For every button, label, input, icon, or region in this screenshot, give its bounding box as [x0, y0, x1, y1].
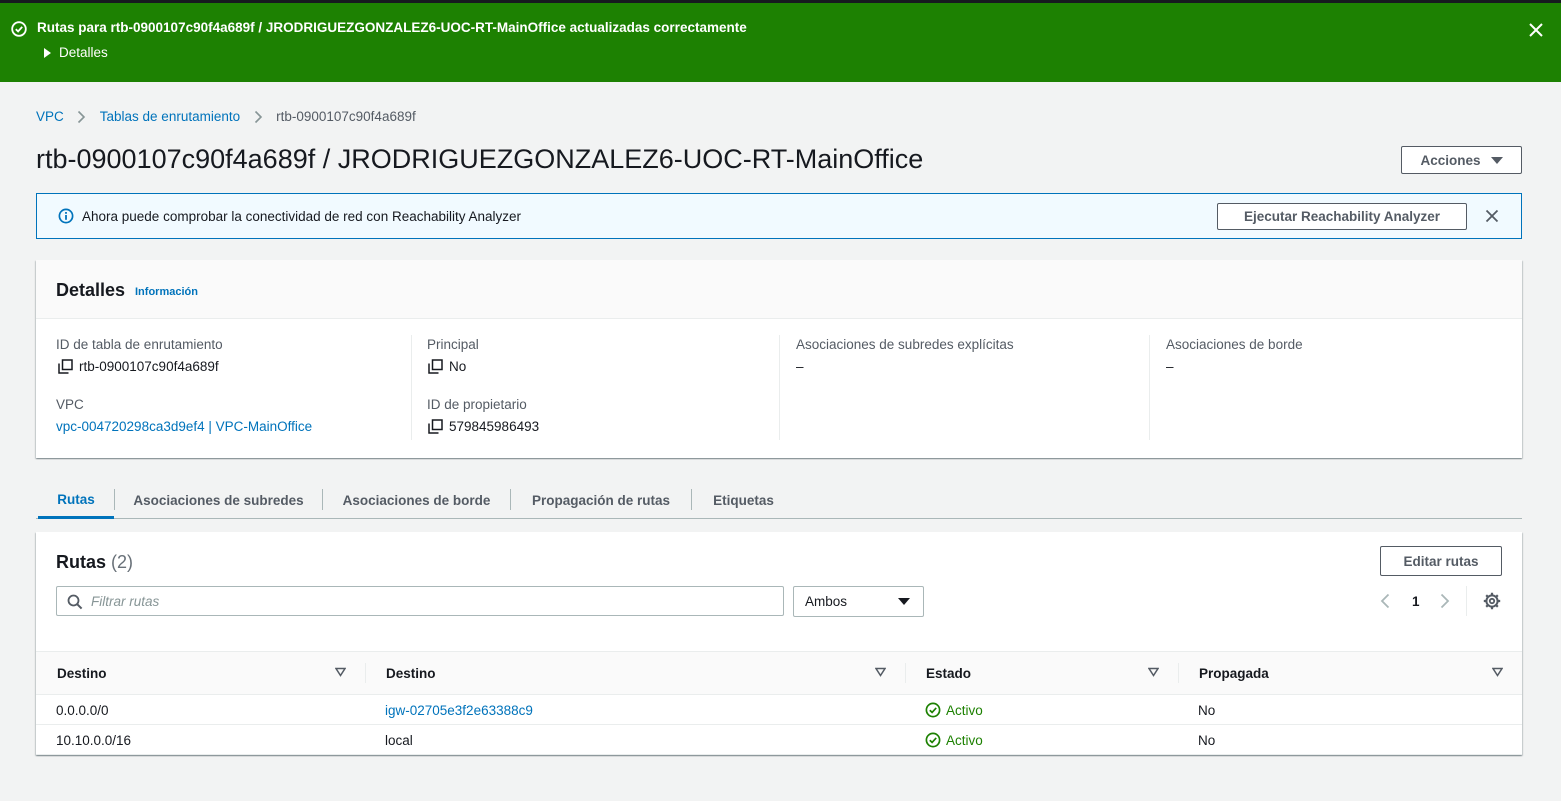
run-reachability-label: Ejecutar Reachability Analyzer: [1243, 209, 1441, 224]
sort-icon[interactable]: [335, 667, 346, 677]
breadcrumb-current: rtb-0900107c90f4a689f: [276, 109, 416, 124]
cell-status: Activo: [925, 695, 983, 725]
edge-assoc-label: Asociaciones de borde: [1166, 337, 1303, 352]
flash-details-label: Detalles: [59, 45, 108, 60]
tab-tags[interactable]: Etiquetas: [692, 482, 795, 518]
breadcrumb-link-route-tables[interactable]: Tablas de enrutamiento: [100, 109, 240, 124]
column-divider: [905, 663, 906, 683]
cell-destination: 0.0.0.0/0: [56, 702, 109, 718]
filter-selected-value: Ambos: [805, 594, 848, 609]
details-column-2: Principal No ID de propietario 579845986…: [411, 335, 780, 440]
routes-title: Rutas: [56, 552, 107, 572]
owner-id-text: 579845986493: [449, 419, 540, 434]
details-column-1: ID de tabla de enrutamiento rtb-0900107c…: [56, 335, 411, 440]
column-divider: [1178, 663, 1179, 683]
page-number[interactable]: 1: [1412, 594, 1420, 609]
cell-target-link[interactable]: igw-02705e3f2e63388c9: [385, 695, 533, 725]
cell-destination: 10.10.0.0/16: [56, 732, 132, 748]
routes-search: [56, 586, 784, 616]
close-icon[interactable]: [1528, 22, 1544, 38]
cell-status: Activo: [925, 725, 983, 755]
success-flashbar: Rutas para rtb-0900107c90f4a689f / JRODR…: [0, 0, 1561, 82]
route-table-id-text: rtb-0900107c90f4a689f: [79, 359, 219, 374]
edge-assoc-value: –: [1166, 359, 1174, 374]
tab-bar: Rutas Asociaciones de subredes Asociacio…: [36, 482, 1522, 519]
info-banner-text: Ahora puede comprobar la conectividad de…: [82, 209, 522, 224]
close-icon[interactable]: [1485, 209, 1499, 223]
chevron-left-icon[interactable]: [1379, 593, 1391, 609]
routes-count: (2): [111, 552, 134, 572]
owner-id-label: ID de propietario: [427, 397, 527, 412]
edit-routes-button[interactable]: Editar rutas: [1380, 546, 1502, 576]
pager-divider: [1466, 586, 1467, 616]
info-link[interactable]: Información: [135, 286, 198, 298]
column-propagated[interactable]: Propagada: [1199, 652, 1269, 694]
routes-table-header: Destino Destino Estado Propagada: [36, 651, 1522, 695]
caret-right-icon: [44, 47, 51, 58]
success-circle-icon: [11, 21, 27, 37]
routes-header: Rutas (2): [56, 552, 133, 573]
breadcrumb-link-vpc[interactable]: VPC: [36, 109, 64, 124]
tab-routes[interactable]: Rutas: [38, 482, 114, 519]
route-table-id-value: rtb-0900107c90f4a689f: [58, 359, 219, 374]
chevron-right-icon: [240, 110, 276, 124]
success-circle-icon: [925, 702, 941, 718]
column-status[interactable]: Estado: [926, 652, 971, 694]
vpc-link[interactable]: vpc-004720298ca3d9ef4 | VPC-MainOffice: [56, 419, 312, 434]
cell-target: local: [385, 732, 413, 748]
copy-icon[interactable]: [428, 359, 443, 374]
subnet-assoc-label: Asociaciones de subredes explícitas: [796, 337, 1014, 352]
success-circle-icon: [925, 732, 941, 748]
sort-icon[interactable]: [1148, 667, 1159, 677]
tab-subnet-associations[interactable]: Asociaciones de subredes: [115, 482, 322, 518]
info-circle-icon: [58, 208, 74, 224]
run-reachability-analyzer-button[interactable]: Ejecutar Reachability Analyzer: [1217, 203, 1467, 230]
propagation-filter-select[interactable]: Ambos: [793, 586, 924, 617]
reachability-info-banner: Ahora puede comprobar la conectividad de…: [36, 193, 1522, 239]
cell-propagated: No: [1198, 732, 1216, 748]
main-label: Principal: [427, 337, 479, 352]
copy-icon[interactable]: [58, 359, 73, 374]
owner-id-value: 579845986493: [428, 419, 539, 434]
sort-icon[interactable]: [1492, 667, 1503, 677]
gear-icon[interactable]: [1483, 592, 1501, 610]
flash-message: Rutas para rtb-0900107c90f4a689f / JRODR…: [37, 20, 747, 35]
actions-button[interactable]: Acciones: [1401, 146, 1522, 174]
breadcrumb: VPC Tablas de enrutamiento rtb-0900107c9…: [36, 109, 416, 124]
details-header: Detalles Información: [36, 260, 1522, 319]
cell-propagated: No: [1198, 702, 1216, 718]
subnet-assoc-value: –: [796, 359, 804, 374]
tab-route-propagation[interactable]: Propagación de rutas: [511, 482, 691, 518]
column-destination[interactable]: Destino: [57, 652, 107, 694]
column-target[interactable]: Destino: [386, 652, 436, 694]
edit-routes-label: Editar rutas: [1403, 553, 1479, 569]
page-title: rtb-0900107c90f4a689f / JRODRIGUEZGONZAL…: [36, 144, 924, 174]
main-value: No: [428, 359, 466, 374]
caret-down-icon: [1490, 156, 1503, 164]
vpc-label: VPC: [56, 397, 84, 412]
actions-label: Acciones: [1420, 152, 1481, 168]
route-table-id-label: ID de tabla de enrutamiento: [56, 337, 223, 352]
details-column-3: Asociaciones de subredes explícitas –: [779, 335, 1149, 440]
details-column-4: Asociaciones de borde –: [1149, 335, 1502, 440]
details-title: Detalles: [56, 280, 126, 300]
status-text: Activo: [946, 702, 983, 718]
status-text: Activo: [946, 732, 983, 748]
copy-icon[interactable]: [428, 419, 443, 434]
table-row[interactable]: 0.0.0.0/0 igw-02705e3f2e63388c9 Activo N…: [36, 695, 1522, 725]
caret-down-icon: [898, 598, 910, 605]
chevron-right-icon: [64, 110, 100, 124]
search-icon: [67, 594, 83, 610]
flash-details-toggle[interactable]: Detalles: [44, 45, 108, 60]
routes-panel: Rutas (2) Editar rutas Ambos 1 Destino D…: [36, 532, 1522, 755]
table-row[interactable]: 10.10.0.0/16 local Activo No: [36, 725, 1522, 755]
sort-icon[interactable]: [875, 667, 886, 677]
details-panel: Detalles Información ID de tabla de enru…: [36, 260, 1522, 458]
tab-edge-associations[interactable]: Asociaciones de borde: [323, 482, 510, 518]
main-text: No: [449, 359, 467, 374]
search-input[interactable]: [91, 592, 771, 611]
chevron-right-icon[interactable]: [1439, 593, 1451, 609]
column-divider: [365, 663, 366, 683]
